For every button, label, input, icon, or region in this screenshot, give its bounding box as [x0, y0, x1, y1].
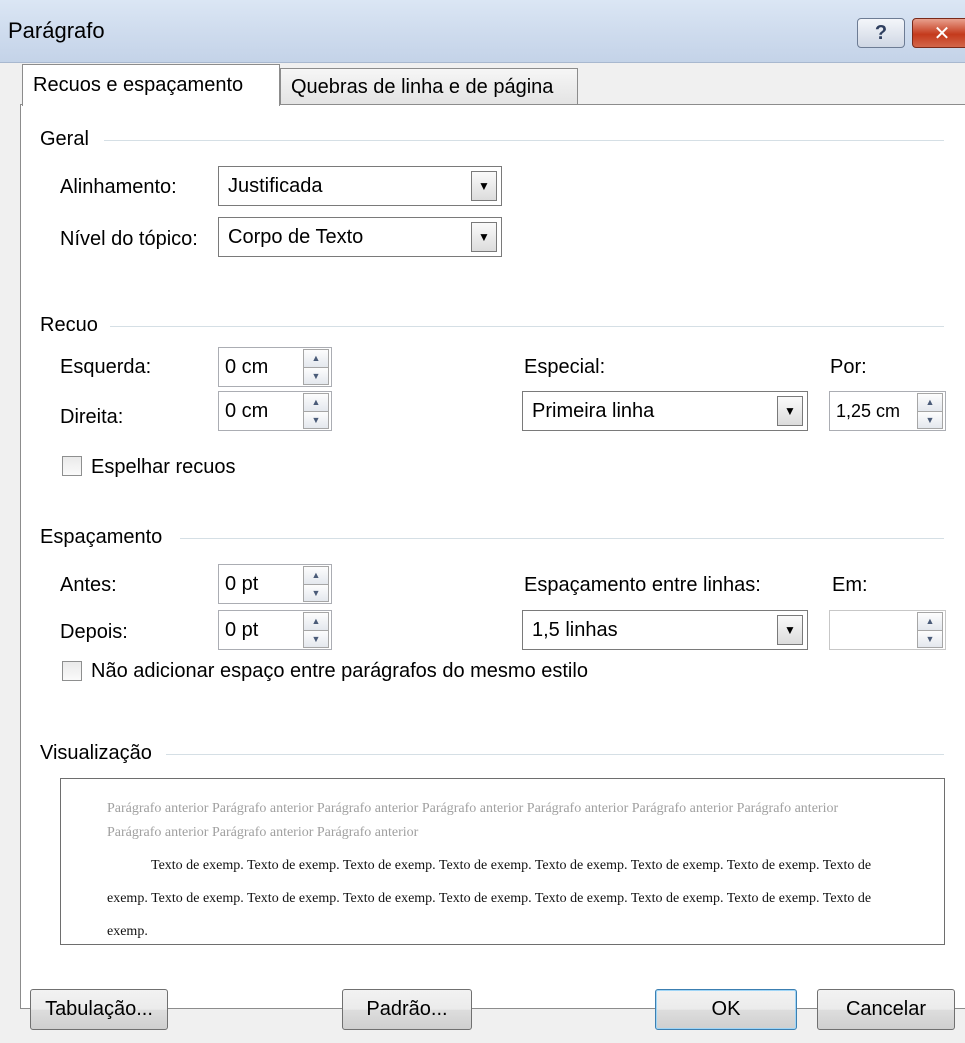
spin-up-icon[interactable]: ▲ — [303, 612, 329, 630]
spin-up-icon[interactable]: ▲ — [303, 349, 329, 367]
esquerda-value[interactable]: 0 cm — [219, 356, 303, 379]
spin-down-icon[interactable]: ▼ — [917, 629, 943, 648]
por-value[interactable]: 1,25 cm — [830, 401, 917, 422]
section-recuo-divider — [110, 326, 944, 327]
antes-stepper[interactable]: 0 pt ▲ ▼ — [218, 564, 332, 604]
espacamento-entre-linhas-select[interactable]: 1,5 linhas ▼ — [522, 610, 808, 650]
section-espacamento-divider — [180, 538, 944, 539]
nao-adicionar-espaco-checkbox[interactable] — [62, 661, 82, 681]
antes-value[interactable]: 0 pt — [219, 573, 303, 596]
chevron-down-icon[interactable]: ▼ — [777, 396, 803, 426]
chevron-down-icon[interactable]: ▼ — [471, 171, 497, 201]
preview-box: Parágrafo anterior Parágrafo anterior Pa… — [60, 778, 945, 945]
section-visualizacao-label: Visualização — [40, 742, 152, 764]
espacamento-entre-linhas-value: 1,5 linhas — [532, 618, 618, 641]
spin-up-icon[interactable]: ▲ — [917, 612, 943, 630]
nivel-topico-select[interactable]: Corpo de Texto ▼ — [218, 217, 502, 257]
nivel-topico-value: Corpo de Texto — [228, 225, 364, 248]
espacamento-entre-linhas-label: Espaçamento entre linhas: — [524, 574, 761, 596]
nivel-topico-label: Nível do tópico: — [60, 228, 198, 250]
direita-stepper[interactable]: 0 cm ▲ ▼ — [218, 391, 332, 431]
especial-value: Primeira linha — [532, 399, 655, 422]
depois-value[interactable]: 0 pt — [219, 619, 303, 642]
tab-recuos-espacamento[interactable]: Recuos e espaçamento — [22, 64, 280, 106]
spin-up-icon[interactable]: ▲ — [917, 393, 943, 411]
chevron-down-icon[interactable]: ▼ — [471, 222, 497, 252]
espelhar-recuos-checkbox[interactable] — [62, 456, 82, 476]
alinhamento-select[interactable]: Justificada ▼ — [218, 166, 502, 206]
spin-up-icon[interactable]: ▲ — [303, 566, 329, 584]
spin-down-icon[interactable]: ▼ — [303, 629, 329, 648]
padrao-button[interactable]: Padrão... — [342, 989, 472, 1030]
em-label: Em: — [832, 574, 868, 596]
section-geral-label: Geral — [40, 128, 89, 150]
por-stepper[interactable]: 1,25 cm ▲ ▼ — [829, 391, 946, 431]
depois-label: Depois: — [60, 621, 128, 643]
help-button[interactable]: ? — [857, 18, 905, 48]
ok-button[interactable]: OK — [655, 989, 797, 1030]
espelhar-recuos-label[interactable]: Espelhar recuos — [91, 456, 236, 479]
tab-quebras-linha-pagina[interactable]: Quebras de linha e de página — [280, 68, 578, 105]
especial-select[interactable]: Primeira linha ▼ — [522, 391, 808, 431]
alinhamento-label: Alinhamento: — [60, 176, 177, 198]
spin-down-icon[interactable]: ▼ — [303, 583, 329, 602]
chevron-down-icon[interactable]: ▼ — [777, 615, 803, 645]
preview-sample-text: Texto de exemp. Texto de exemp. Texto de… — [107, 849, 887, 948]
title-bar: Parágrafo ? ✕ — [0, 0, 965, 63]
preview-sample-content: Texto de exemp. Texto de exemp. Texto de… — [107, 858, 872, 939]
spin-up-icon[interactable]: ▲ — [303, 393, 329, 411]
esquerda-stepper[interactable]: 0 cm ▲ ▼ — [218, 347, 332, 387]
close-button[interactable]: ✕ — [912, 18, 965, 48]
especial-label: Especial: — [524, 356, 606, 378]
direita-label: Direita: — [60, 406, 124, 428]
section-recuo-label: Recuo — [40, 314, 98, 336]
section-geral-divider — [104, 140, 944, 141]
spin-down-icon[interactable]: ▼ — [303, 366, 329, 385]
em-stepper[interactable]: ▲ ▼ — [829, 610, 946, 650]
esquerda-label: Esquerda: — [60, 356, 152, 378]
tabulacao-button[interactable]: Tabulação... — [30, 989, 168, 1030]
direita-value[interactable]: 0 cm — [219, 400, 303, 423]
preview-previous-paragraph: Parágrafo anterior Parágrafo anterior Pa… — [107, 801, 839, 840]
window-title: Parágrafo — [8, 18, 105, 43]
nao-adicionar-espaco-label[interactable]: Não adicionar espaço entre parágrafos do… — [91, 660, 588, 683]
por-label: Por: — [830, 356, 867, 378]
antes-label: Antes: — [60, 574, 117, 596]
cancelar-button[interactable]: Cancelar — [817, 989, 955, 1030]
section-espacamento-label: Espaçamento — [40, 526, 163, 548]
spin-down-icon[interactable]: ▼ — [303, 410, 329, 429]
section-visualizacao-divider — [166, 754, 944, 755]
spin-down-icon[interactable]: ▼ — [917, 410, 943, 429]
alinhamento-value: Justificada — [228, 174, 323, 197]
depois-stepper[interactable]: 0 pt ▲ ▼ — [218, 610, 332, 650]
